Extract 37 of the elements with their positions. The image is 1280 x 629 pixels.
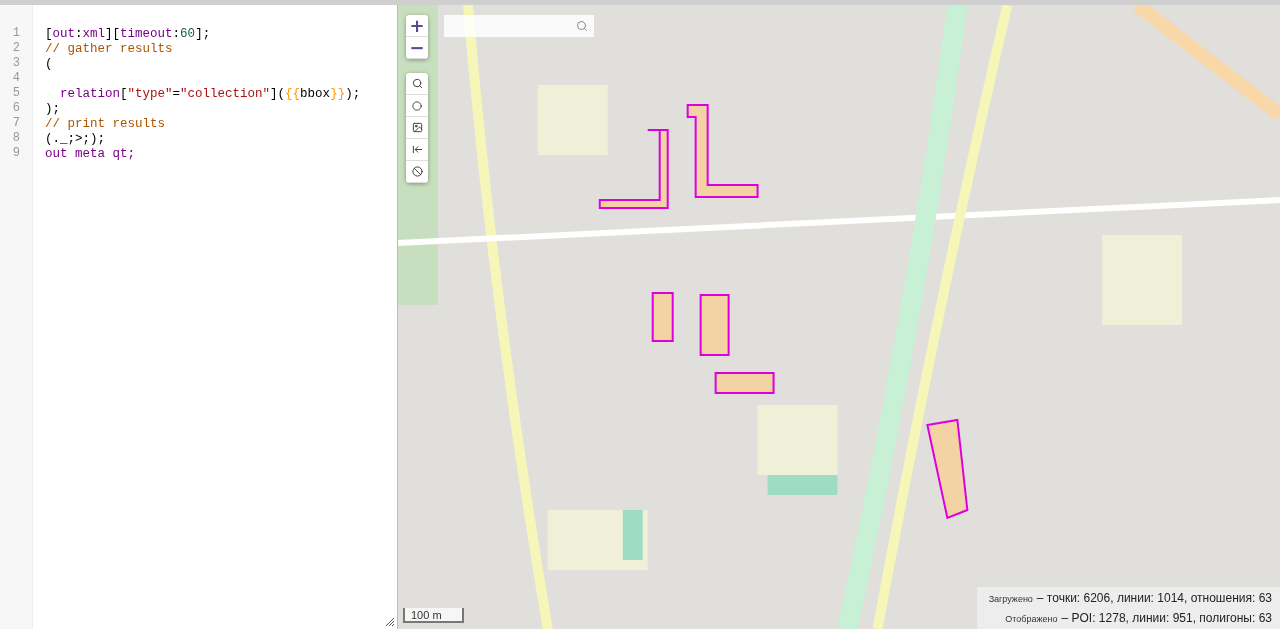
line-number: 5 (11, 86, 21, 101)
code-line: // gather results (45, 41, 174, 56)
ban-icon (411, 166, 423, 177)
stats-label: Загружено (988, 594, 1033, 604)
circle-icon (412, 100, 422, 111)
circle-button[interactable] (406, 95, 428, 117)
ban-button[interactable] (406, 161, 428, 183)
line-number: 6 (11, 101, 21, 116)
stats-label: Отображено (1005, 614, 1058, 624)
line-number: 1 (11, 26, 21, 41)
code-line: ); (45, 101, 61, 116)
arrow-to-line-button[interactable] (406, 139, 428, 161)
code-line: out meta qt; (45, 146, 136, 161)
line-number: 3 (11, 56, 21, 71)
line-number: 8 (11, 131, 21, 146)
stats-value: – POI: 1278, линии: 951, полигоны: 63 (1061, 611, 1272, 625)
resize-handle-icon[interactable] (386, 618, 394, 626)
scale-bar: 100 m (403, 608, 464, 623)
code-line: ( (45, 56, 54, 71)
image-button[interactable] (406, 117, 428, 139)
search-button[interactable] (406, 73, 428, 95)
code-line: [out:xml][timeout:60]; (45, 26, 212, 41)
image-icon (411, 122, 423, 133)
line-number: 2 (11, 41, 21, 56)
line-number: 9 (11, 146, 21, 161)
code-line: (._;>;); (45, 131, 106, 146)
line-number: 4 (11, 71, 21, 86)
stats-value: – точки: 6206, линии: 1014, отношения: 63 (1036, 591, 1272, 605)
code-line: relation["type"="collection"]({{bbox}}); (59, 86, 362, 101)
map-search-field[interactable] (444, 15, 594, 37)
search-icon (411, 78, 423, 89)
zoom-out-button[interactable]: − (406, 37, 428, 59)
line-number: 7 (11, 116, 21, 131)
arrow-to-line-icon (411, 144, 423, 155)
search-icon (576, 20, 588, 32)
zoom-in-button[interactable]: + (406, 15, 428, 37)
code-line: // print results (45, 116, 167, 131)
